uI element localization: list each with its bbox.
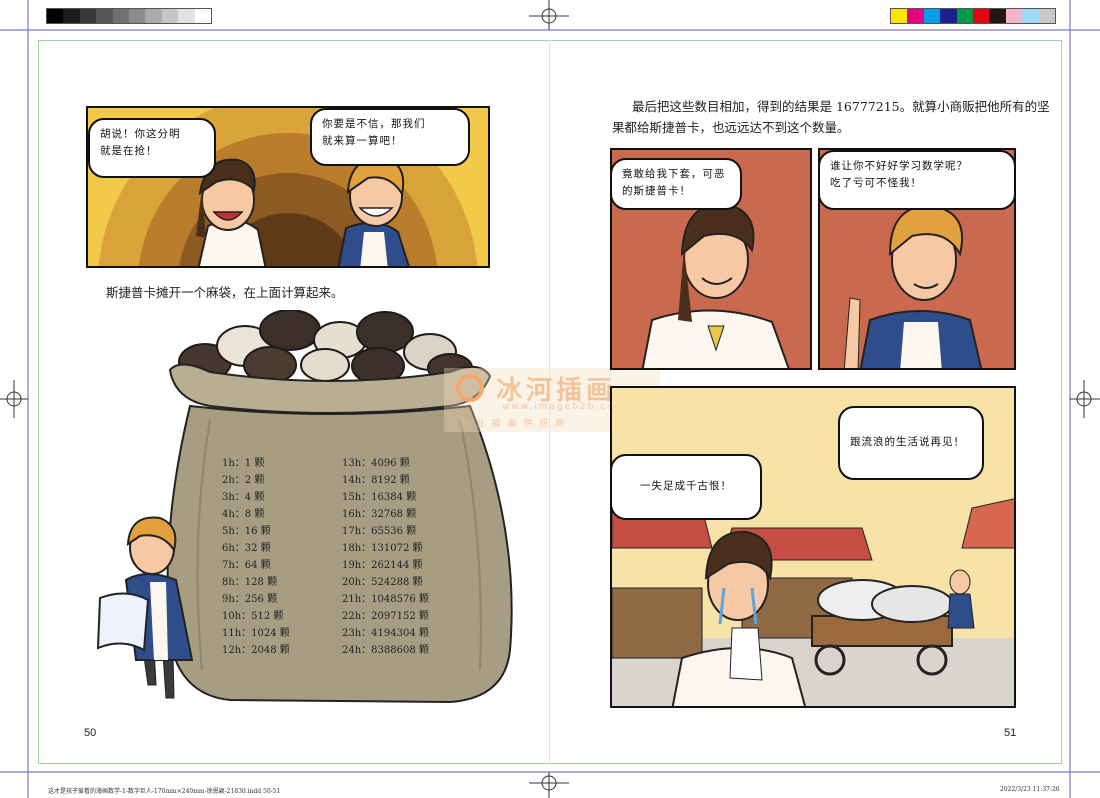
table-cell: 7h：64 颗 (222, 560, 271, 571)
table-cell: 19h：262144 颗 (342, 560, 423, 571)
bubble-text: 你要是不信，那我们 就来算一算吧！ (322, 118, 426, 147)
table-cell: 15h：16384 颗 (342, 492, 417, 503)
speech-bubble-angry: 胡说！你这分明 就是在抢！ (88, 118, 216, 178)
comic-panel-trapped: 竟敢给我下套，可恶 的斯捷普卡！ (610, 148, 812, 370)
table-cell: 4h：8 颗 (222, 509, 265, 520)
table-row: 8h：128 颗 20h：524288 颗 (222, 573, 472, 590)
watermark-url: www.imageb2b.com (502, 402, 626, 412)
speech-bubble-calm: 你要是不信，那我们 就来算一算吧！ (310, 108, 470, 166)
table-row: 10h：512 颗 22h：2097152 颗 (222, 607, 472, 624)
table-row: 11h：1024 颗 23h：4194304 颗 (222, 624, 472, 641)
table-cell: 13h：4096 颗 (342, 458, 410, 469)
table-cell: 6h：32 颗 (222, 543, 271, 554)
table-row: 5h：16 颗 17h：65536 颗 (222, 522, 472, 539)
table-cell: 18h：131072 颗 (342, 543, 423, 554)
table-cell: 14h：8192 颗 (342, 475, 410, 486)
caption-left: 斯捷普卡摊开一个麻袋，在上面计算起来。 (106, 285, 344, 300)
table-cell: 17h：65536 颗 (342, 526, 417, 537)
table-row: 9h：256 颗 21h：1048576 颗 (222, 590, 472, 607)
watermark-logo-icon (456, 374, 484, 402)
speech-bubble-farewell: 跟流浪的生活说再见！ (838, 406, 984, 480)
comic-panel-argument: 胡说！你这分明 就是在抢！ 你要是不信，那我们 就来算一算吧！ (86, 106, 490, 268)
comic-panel-market: 跟流浪的生活说再见！ 一失足成千古恨！ (610, 386, 1016, 708)
table-cell: 20h：524288 颗 (342, 577, 423, 588)
table-row: 3h：4 颗 15h：16384 颗 (222, 488, 472, 505)
bubble-text: 竟敢给我下套，可恶 的斯捷普卡！ (622, 168, 726, 197)
table-row: 4h：8 颗 16h：32768 颗 (222, 505, 472, 522)
table-cell: 9h：256 颗 (222, 594, 278, 605)
bubble-text: 谁让你不好好学习数学呢？ 吃了亏可不怪我！ (830, 160, 968, 189)
speech-bubble-lesson: 谁让你不好好学习数学呢？ 吃了亏可不怪我！ (820, 150, 1014, 210)
table-cell: 23h：4194304 颗 (342, 628, 429, 639)
table-cell: 24h：8388608 颗 (342, 645, 429, 656)
watermark-tagline: 专 业 插 画 供 应 商 (460, 419, 567, 429)
caption-right-line1: 最后把这些数目相加，得到的结果是 16777215。就算小商贩把他所有的坚 (632, 99, 1050, 114)
table-cell: 1h：1 颗 (222, 458, 265, 469)
print-slug-filename: 这才是孩子爱看的漫画数学-1-数字巨人-170mm×240mm-徐恩颖-2183… (48, 788, 281, 795)
table-cell: 5h：16 颗 (222, 526, 271, 537)
table-cell: 10h：512 颗 (222, 611, 284, 622)
caption-right-line2: 果都给斯捷普卡，也远远达不到这个数量。 (612, 120, 850, 135)
table-cell: 21h：1048576 颗 (342, 594, 429, 605)
table-cell: 11h：1024 颗 (222, 628, 290, 639)
page-number-right: 51 (1004, 727, 1017, 739)
grain-doubling-table: 1h：1 颗 13h：4096 颗 2h：2 颗 14h：8192 颗 3h：4 颗 15… (222, 454, 472, 658)
table-cell: 3h：4 颗 (222, 492, 265, 503)
table-cell: 22h：2097152 颗 (342, 611, 429, 622)
table-cell: 12h：2048 颗 (222, 645, 290, 656)
bubble-text: 胡说！你这分明 就是在抢！ (100, 128, 181, 157)
speech-bubble-regret: 一失足成千古恨！ (612, 454, 762, 520)
table-row: 2h：2 颗 14h：8192 颗 (222, 471, 472, 488)
comic-panel-lesson: 谁让你不好好学习数学呢？ 吃了亏可不怪我！ (818, 148, 1016, 370)
print-slug-timestamp: 2022/3/23 11:37:26 (1000, 786, 1060, 793)
table-row: 1h：1 颗 13h：4096 颗 (222, 454, 472, 471)
bubble-text: 跟流浪的生活说再见！ (850, 436, 965, 448)
table-row: 7h：64 颗 19h：262144 颗 (222, 556, 472, 573)
boy-with-scroll-illustration (96, 516, 194, 699)
table-cell: 8h：128 颗 (222, 577, 278, 588)
table-row: 6h：32 颗 18h：131072 颗 (222, 539, 472, 556)
page-number-left: 50 (84, 727, 97, 739)
table-row: 12h：2048 颗 24h：8388608 颗 (222, 641, 472, 658)
table-cell: 2h：2 颗 (222, 475, 265, 486)
speech-bubble-trapped: 竟敢给我下套，可恶 的斯捷普卡！ (612, 158, 742, 210)
bubble-text: 一失足成千古恨！ (640, 480, 732, 492)
table-cell: 16h：32768 颗 (342, 509, 417, 520)
